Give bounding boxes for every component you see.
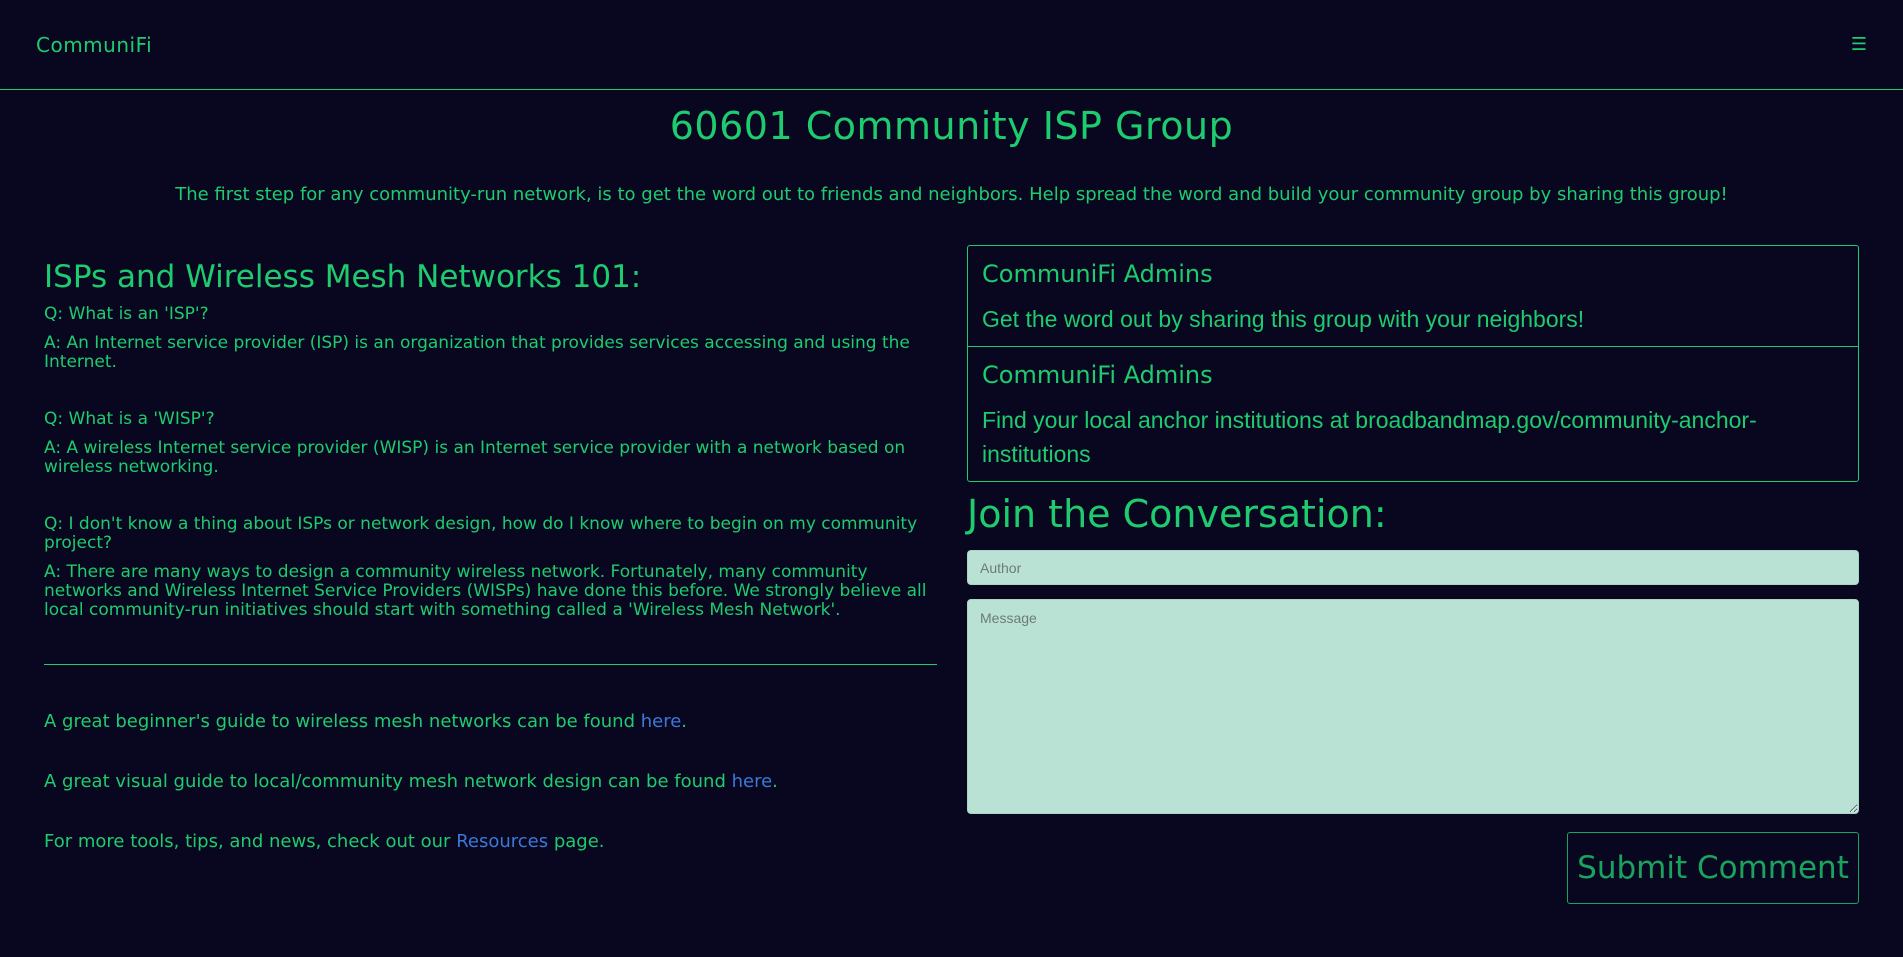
post-message: Find your local anchor institutions at b…: [982, 407, 1757, 467]
guide-text: For more tools, tips, and news, check ou…: [44, 831, 457, 852]
faq-title: ISPs and Wireless Mesh Networks 101:: [44, 259, 642, 295]
faq-question: Q: I don't know a thing about ISPs or ne…: [44, 514, 918, 553]
faq-question: Q: What is an 'ISP'?: [44, 304, 209, 324]
page-title: 60601 Community ISP Group: [669, 104, 1234, 148]
post-author: CommuniFi Admins: [982, 260, 1213, 288]
guide-text: A great visual guide to local/community …: [44, 771, 732, 792]
admin-post: CommuniFi Admins Get the word out by sha…: [968, 246, 1858, 346]
submit-row: Submit Comment: [967, 832, 1859, 904]
brand-logo[interactable]: CommuniFi: [36, 33, 152, 57]
faq-item: Q: I don't know a thing about ISPs or ne…: [44, 515, 937, 620]
join-conversation-title: Join the Conversation:: [967, 492, 1387, 536]
hamburger-menu-icon[interactable]: ☰: [1851, 34, 1867, 55]
guide-text-after: .: [772, 771, 778, 792]
faq-answer: A: A wireless Internet service provider …: [44, 438, 906, 477]
guide-text: A great beginner's guide to wireless mes…: [44, 711, 641, 732]
main-columns: ISPs and Wireless Mesh Networks 101: Q: …: [0, 245, 1903, 904]
guide-line-mesh: A great beginner's guide to wireless mes…: [44, 711, 937, 733]
guide-text-after: page.: [548, 831, 605, 852]
post-message: Get the word out by sharing this group w…: [982, 306, 1585, 332]
faq-section: ISPs and Wireless Mesh Networks 101: Q: …: [44, 245, 937, 904]
guide-line-visual: A great visual guide to local/community …: [44, 771, 937, 793]
section-divider: [44, 664, 937, 665]
discussion-section: CommuniFi Admins Get the word out by sha…: [967, 245, 1859, 904]
admin-posts-list: CommuniFi Admins Get the word out by sha…: [967, 245, 1859, 482]
submit-comment-button[interactable]: Submit Comment: [1567, 832, 1859, 904]
guide-line-resources: For more tools, tips, and news, check ou…: [44, 831, 937, 853]
faq-answer: A: An Internet service provider (ISP) is…: [44, 333, 910, 372]
faq-item: Q: What is a 'WISP'? A: A wireless Inter…: [44, 410, 937, 477]
faq-answer: A: There are many ways to design a commu…: [44, 562, 927, 620]
guide-text-after: .: [681, 711, 688, 732]
message-input[interactable]: [967, 599, 1859, 814]
visual-guide-link[interactable]: here: [732, 771, 773, 792]
author-input[interactable]: [967, 550, 1859, 585]
post-author: CommuniFi Admins: [982, 361, 1213, 389]
faq-question: Q: What is a 'WISP'?: [44, 409, 215, 429]
intro-text: The first step for any community-run net…: [175, 184, 1728, 205]
mesh-guide-link[interactable]: here: [641, 711, 682, 732]
navbar: CommuniFi ☰: [0, 0, 1903, 90]
admin-post: CommuniFi Admins Find your local anchor …: [968, 346, 1858, 481]
resources-link[interactable]: Resources: [456, 831, 548, 852]
faq-item: Q: What is an 'ISP'? A: An Internet serv…: [44, 305, 937, 372]
